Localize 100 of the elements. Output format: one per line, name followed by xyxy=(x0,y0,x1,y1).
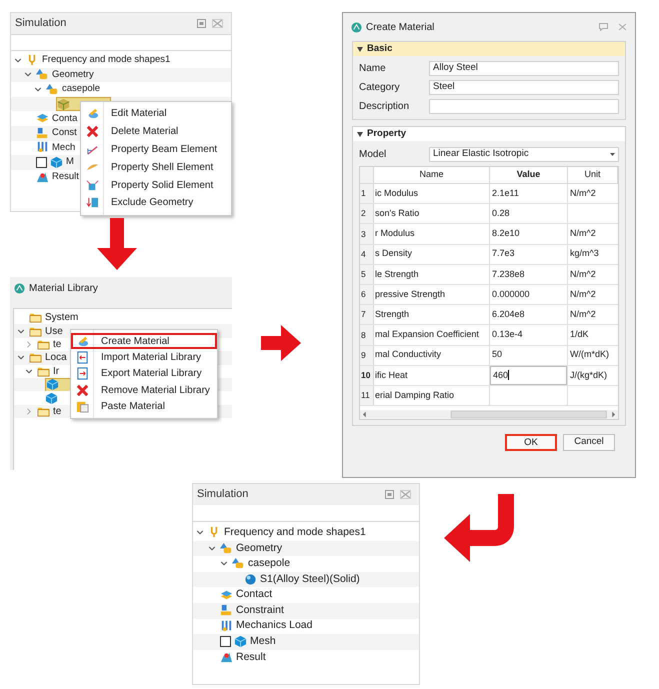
table-cell-text: N/m^2 xyxy=(569,186,597,200)
menu-item[interactable]: Create Material xyxy=(71,333,217,350)
tree-item[interactable]: te xyxy=(53,404,62,419)
tree-item[interactable]: Geometry xyxy=(52,68,94,82)
tree-item[interactable]: Loca xyxy=(45,350,67,366)
paint-icon xyxy=(86,107,99,120)
tree-item[interactable]: Use xyxy=(45,324,63,339)
tree-item[interactable]: Contact xyxy=(236,587,272,604)
menu-item[interactable]: Property Solid Element xyxy=(81,176,231,194)
dialog-button[interactable]: OK xyxy=(505,434,557,451)
table-cell-text: N/m^2 xyxy=(569,288,597,301)
close-icon xyxy=(76,384,89,397)
table-cell: 7.7e3 xyxy=(490,244,568,264)
column-header[interactable]: Unit xyxy=(568,167,618,183)
menu-item[interactable]: Export Material Library xyxy=(71,366,217,382)
table-cell: Strength xyxy=(374,305,490,324)
table-cell: 8.2e10 xyxy=(490,224,568,244)
load-icon xyxy=(220,620,233,633)
menu-item[interactable]: Import Material Library xyxy=(71,349,217,366)
clipboard-icon xyxy=(76,400,89,414)
table-cell-text: N/m^2 xyxy=(569,227,597,240)
table-cell: 50 xyxy=(490,346,568,365)
tree-item[interactable]: Const xyxy=(52,126,77,140)
result-icon xyxy=(36,170,49,184)
dialog-title: Create Material xyxy=(366,20,434,34)
tree-item[interactable]: Result xyxy=(52,170,79,184)
down-arrow xyxy=(97,218,137,270)
horizontal-scrollbar[interactable] xyxy=(360,410,618,419)
table-cell-text: kg/m^3 xyxy=(569,247,600,260)
tree-item[interactable]: Ir xyxy=(53,364,60,379)
dropdown-arrow-icon xyxy=(610,153,615,156)
panel-title: Material Library xyxy=(29,282,98,296)
shapes-icon xyxy=(220,542,233,555)
tree-item[interactable]: System xyxy=(45,310,78,326)
shapes-icon xyxy=(46,82,59,96)
tree-item[interactable]: Frequency and mode shapes1 xyxy=(224,524,366,541)
table-cell: 7.238e8 xyxy=(490,264,568,284)
section-header[interactable]: Basic xyxy=(353,42,625,56)
input-field[interactable]: Alloy Steel xyxy=(429,61,619,76)
cube-icon xyxy=(234,635,247,648)
tree-item[interactable]: Result xyxy=(236,650,266,666)
checkbox[interactable] xyxy=(220,636,231,648)
menu-item[interactable]: Exclude Geometry xyxy=(81,194,231,212)
tree-item[interactable]: Frequency and mode shapes1 xyxy=(42,53,170,68)
table-cell: son's Ratio xyxy=(374,204,490,224)
table-cell: erial Damping Ratio xyxy=(374,386,490,406)
triangle-down-icon[interactable] xyxy=(357,46,363,52)
table-cell-text: J/(kg*dK) xyxy=(569,368,608,382)
table-cell: mal Conductivity xyxy=(374,346,490,365)
table-cell: 0.13e-4 xyxy=(490,325,568,344)
triangle-down-icon[interactable] xyxy=(357,132,363,136)
table-cell: s Density xyxy=(374,244,490,264)
menu-item[interactable]: Property Shell Element xyxy=(81,158,231,176)
layers-icon xyxy=(220,588,233,602)
folder-icon xyxy=(29,311,42,324)
table-cell-text: N/m^2 xyxy=(569,308,597,321)
paint-icon xyxy=(76,334,89,348)
column-header[interactable]: Value xyxy=(490,167,568,183)
field-label: Category xyxy=(359,81,401,95)
result-icon xyxy=(220,651,233,664)
row-number: 8 xyxy=(360,325,374,344)
checkbox[interactable] xyxy=(36,156,47,168)
column-header[interactable]: Name xyxy=(374,167,490,183)
section-title: Property xyxy=(367,126,406,141)
tree-item[interactable]: Conta xyxy=(52,112,78,126)
tree-item[interactable]: Mech xyxy=(52,140,76,155)
tree-item[interactable]: Mechanics Load xyxy=(236,618,312,634)
tree-item[interactable]: te xyxy=(53,336,62,352)
tree-item[interactable]: casepole xyxy=(248,556,290,572)
table-cell: r Modulus xyxy=(374,224,490,244)
row-number: 9 xyxy=(360,346,374,365)
input-field[interactable] xyxy=(429,99,619,114)
table-cell: ic Modulus xyxy=(374,184,490,204)
dialog-button[interactable]: Cancel xyxy=(563,434,615,451)
tree-item[interactable]: M xyxy=(66,155,74,170)
shapes-icon xyxy=(36,68,49,82)
table-cell: ific Heat xyxy=(374,366,490,385)
exclude-icon xyxy=(86,196,99,210)
cell-editor[interactable]: 460 xyxy=(490,366,567,385)
model-dropdown[interactable]: Linear Elastic Isotropic xyxy=(429,147,619,162)
menu-item[interactable]: Edit Material xyxy=(81,105,231,123)
section-header[interactable]: Property xyxy=(353,127,625,141)
menu-item[interactable]: Property Beam Element xyxy=(81,140,231,158)
row-number: 3 xyxy=(360,224,374,244)
menu-item[interactable]: Paste Material xyxy=(71,398,217,415)
cube-icon xyxy=(57,98,70,111)
sphere-icon xyxy=(244,573,257,586)
row-number: 5 xyxy=(360,264,374,284)
menu-item[interactable]: Remove Material Library xyxy=(71,382,217,399)
tree-item[interactable]: casepole xyxy=(62,82,100,97)
field-label: Description xyxy=(359,100,410,114)
input-field[interactable]: Steel xyxy=(429,80,619,95)
search-field[interactable] xyxy=(11,34,231,51)
menu-item[interactable]: Delete Material xyxy=(81,122,231,141)
logo-icon xyxy=(351,22,362,32)
document-icon xyxy=(76,367,89,380)
row-number: 6 xyxy=(360,284,374,304)
table-cell-text: 1/dK xyxy=(569,328,590,342)
table-cell-text: W/(m*dK) xyxy=(569,348,610,362)
tree-item[interactable]: Mesh xyxy=(250,634,276,650)
